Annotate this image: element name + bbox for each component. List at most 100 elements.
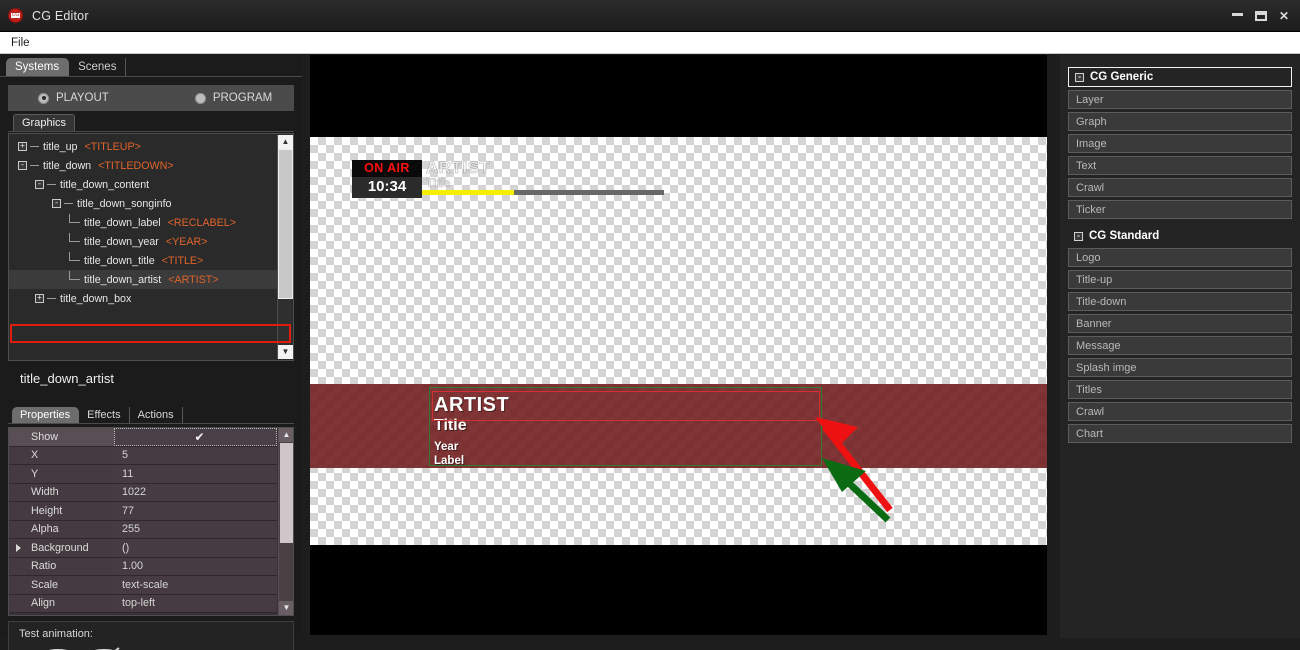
property-value[interactable]: 1022: [114, 483, 277, 501]
tab-systems[interactable]: Systems: [6, 58, 70, 76]
palette-group-header-cg-generic[interactable]: - CG Generic: [1068, 67, 1292, 87]
group-collapse-icon[interactable]: -: [1075, 72, 1084, 82]
show-checkbox[interactable]: ✔: [194, 431, 204, 443]
tree-item-tag: <TITLE>: [161, 254, 204, 267]
property-value[interactable]: 255: [114, 520, 277, 538]
palette-item-logo[interactable]: Logo: [1068, 248, 1292, 267]
property-row-align[interactable]: Align top-left: [9, 594, 277, 613]
palette-item-banner[interactable]: Banner: [1068, 314, 1292, 333]
palette-item-crawl[interactable]: Crawl: [1068, 402, 1292, 421]
property-row-ratio[interactable]: Ratio 1.00: [9, 557, 277, 576]
properties-grid[interactable]: Show ✔ X 5 Y 11 Width 1022 Height 77 Alpha 255 Backg…: [8, 427, 294, 616]
tree-scroll-thumb[interactable]: [278, 149, 293, 299]
left-panel: Systems Scenes PLAYOUT PROGRAM Graphics …: [0, 55, 302, 650]
tree-scroll-down-icon[interactable]: ▼: [278, 345, 293, 359]
maximize-button[interactable]: [1254, 10, 1267, 21]
tree-item-title_down_label[interactable]: title_down_label <RECLABEL>: [9, 213, 277, 232]
tab-graphics[interactable]: Graphics: [13, 114, 76, 131]
radio-program[interactable]: PROGRAM: [194, 92, 272, 104]
property-row-x[interactable]: X5: [9, 446, 277, 465]
properties-scroll-down-icon[interactable]: ▼: [279, 601, 293, 615]
menu-item-file[interactable]: File: [3, 35, 38, 51]
tree-item-title_down_year[interactable]: title_down_year <YEAR>: [9, 232, 277, 251]
playback-progress-bar: [422, 190, 664, 195]
property-row-scale[interactable]: Scale text-scale: [9, 576, 277, 595]
graphics-tree[interactable]: + title_up <TITLEUP> - title_down <TITLEDOWN>…: [8, 133, 294, 361]
tree-elbow-icon: [69, 252, 80, 261]
tree-item-title_down[interactable]: - title_down <TITLEDOWN>: [9, 156, 277, 175]
properties-scroll-up-icon[interactable]: ▲: [279, 428, 293, 442]
group-collapse-icon[interactable]: -: [1074, 231, 1083, 241]
tab-actions[interactable]: Actions: [130, 407, 183, 423]
property-value[interactable]: 1.00: [114, 557, 277, 575]
property-value[interactable]: 11: [114, 465, 277, 483]
tree-item-title_down_songinfo[interactable]: - title_down_songinfo: [9, 194, 277, 213]
overlay-artist: ARTIST: [426, 158, 491, 178]
tree-scrollbar[interactable]: ▲ ▼: [277, 135, 293, 359]
tree-item-title_down_box[interactable]: + title_down_box: [9, 289, 277, 308]
properties-scrollbar[interactable]: ▲ ▼: [278, 428, 293, 615]
tree-collapse-icon[interactable]: -: [35, 180, 44, 189]
palette-item-chart[interactable]: Chart: [1068, 424, 1292, 443]
tree-item-title_down_artist[interactable]: title_down_artist <ARTIST>: [9, 270, 277, 289]
property-value[interactable]: text-scale: [114, 576, 277, 594]
tree-item-label: title_down_label: [84, 216, 161, 229]
tab-scenes[interactable]: Scenes: [69, 58, 127, 76]
property-row-y[interactable]: Y 11: [9, 465, 277, 484]
tree-item-title_down_content[interactable]: - title_down_content: [9, 175, 277, 194]
minimize-button[interactable]: [1231, 13, 1243, 18]
tree-connector: [64, 203, 73, 204]
tree-connector: [30, 165, 39, 166]
property-row-height[interactable]: Height 77: [9, 502, 277, 521]
property-expand-icon[interactable]: [16, 543, 21, 552]
palette-item-layer[interactable]: Layer: [1068, 90, 1292, 109]
tab-effects[interactable]: Effects: [79, 407, 130, 423]
property-value[interactable]: top-left: [114, 594, 277, 612]
tree-collapse-icon[interactable]: -: [18, 161, 27, 170]
property-row-show[interactable]: Show ✔: [9, 428, 277, 447]
close-icon[interactable]: ✕: [1279, 10, 1289, 22]
property-value[interactable]: ✔: [114, 428, 277, 446]
palette-item-image[interactable]: Image: [1068, 134, 1292, 153]
test-animation-controls: ms for change: 250: [9, 646, 293, 650]
palette-item-titles[interactable]: Titles: [1068, 380, 1292, 399]
tree-item-tag: <YEAR>: [165, 235, 208, 248]
palette-item-ticker[interactable]: Ticker: [1068, 200, 1292, 219]
palette-item-title-down[interactable]: Title-down: [1068, 292, 1292, 311]
preview-canvas[interactable]: ON AIR 10:34 ARTIST Title ARTIST Title Y…: [310, 55, 1047, 635]
tree-item-title_down_title[interactable]: title_down_title <TITLE>: [9, 251, 277, 270]
tree-connector: [30, 146, 39, 147]
properties-scroll-thumb[interactable]: [280, 443, 293, 543]
palette-group-header-cg-standard[interactable]: - CG Standard: [1068, 227, 1292, 245]
eye-icon[interactable]: [35, 646, 81, 650]
tree-expand-icon[interactable]: +: [18, 142, 27, 151]
palette-item-text[interactable]: Text: [1068, 156, 1292, 175]
palette-item-crawl[interactable]: Crawl: [1068, 178, 1292, 197]
property-key: Y: [9, 465, 114, 483]
tree-collapse-icon[interactable]: -: [52, 199, 61, 208]
window-controls: ✕: [1231, 10, 1289, 22]
eye-slash-icon[interactable]: [81, 646, 127, 650]
overlay-now-playing: ARTIST Title: [426, 158, 491, 191]
palette-item-message[interactable]: Message: [1068, 336, 1292, 355]
palette-item-title-up[interactable]: Title-up: [1068, 270, 1292, 289]
radio-playout[interactable]: PLAYOUT: [38, 92, 109, 104]
property-value[interactable]: (): [114, 539, 277, 557]
tab-properties[interactable]: Properties: [12, 407, 80, 423]
menu-bar: File: [0, 32, 1300, 54]
tree-scroll-up-icon[interactable]: ▲: [278, 135, 293, 149]
property-tab-bar: Properties Effects Actions: [8, 404, 294, 424]
property-value[interactable]: 5: [114, 446, 277, 464]
palette-item-graph[interactable]: Graph: [1068, 112, 1292, 131]
property-row-width[interactable]: Width 1022: [9, 483, 277, 502]
property-key: X: [9, 446, 114, 464]
property-key: Background: [9, 539, 114, 557]
palette-item-splash-imge[interactable]: Splash imge: [1068, 358, 1292, 377]
property-row-background[interactable]: Background(): [9, 539, 277, 558]
right-panel: - CG Generic Layer Graph Image Text Crawl Ticke…: [1060, 55, 1300, 638]
tree-item-title_up[interactable]: + title_up <TITLEUP>: [9, 137, 277, 156]
tree-expand-icon[interactable]: +: [35, 294, 44, 303]
palette-group-title: CG Standard: [1089, 230, 1160, 242]
property-row-alpha[interactable]: Alpha 255: [9, 520, 277, 539]
property-value[interactable]: 77: [114, 502, 277, 520]
